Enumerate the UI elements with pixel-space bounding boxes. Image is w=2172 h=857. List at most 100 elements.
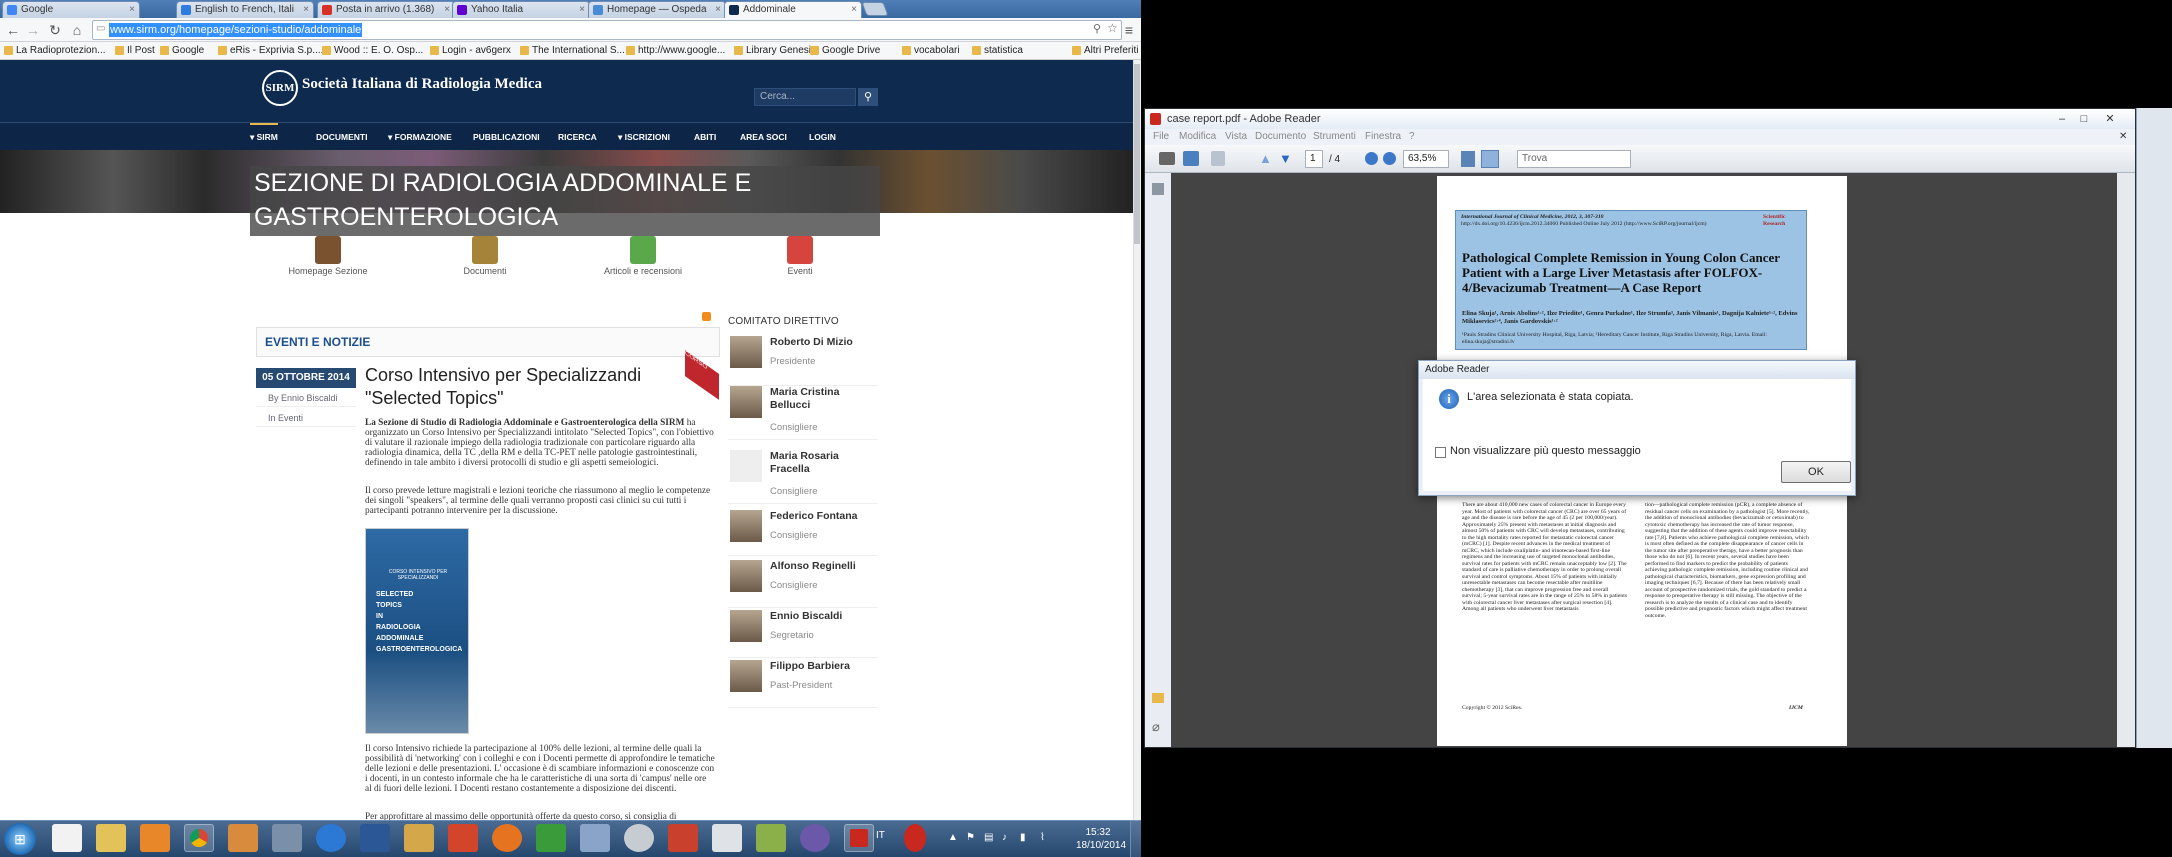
sirm-logo[interactable]: SIRM bbox=[262, 70, 298, 106]
committee-member[interactable]: Alfonso Reginelli Consigliere bbox=[728, 558, 878, 608]
bookmark-folder[interactable]: statistica bbox=[972, 42, 1023, 60]
rss-icon[interactable] bbox=[702, 312, 711, 321]
category-meta[interactable]: In Eventi bbox=[256, 410, 356, 427]
minimize-icon[interactable]: – bbox=[2053, 112, 2071, 126]
other-bookmarks[interactable]: Altri Preferiti bbox=[1072, 42, 1138, 60]
course-poster-image[interactable]: CORSO INTENSIVO PER SPECIALIZZANDI SELEC… bbox=[365, 528, 469, 734]
start-button[interactable]: ⊞ bbox=[4, 823, 36, 855]
menu-documento[interactable]: Documento bbox=[1255, 129, 1306, 145]
menu-item-iscrizioni[interactable]: ▾ ISCRIZIONI bbox=[618, 123, 670, 151]
bookmark-item[interactable]: eRis - Exprivia S.p.... bbox=[218, 42, 323, 60]
bookmark-item[interactable]: Library Genesis bbox=[734, 42, 816, 60]
site-name[interactable]: Società Italiana di Radiologia Medica bbox=[302, 76, 542, 93]
pages-icon[interactable] bbox=[1152, 183, 1164, 195]
volume-icon[interactable]: ♪ bbox=[1002, 832, 1007, 843]
paint-icon[interactable] bbox=[404, 824, 434, 852]
site-search-button[interactable]: ⚲ bbox=[858, 88, 878, 106]
committee-member[interactable]: Maria Rosaria Fracella Consigliere bbox=[728, 448, 878, 504]
bookmark-item[interactable]: Google Drive bbox=[810, 42, 880, 60]
nav-homepage-sezione[interactable]: Homepage Sezione bbox=[268, 236, 388, 276]
maximize-icon[interactable]: □ bbox=[2075, 112, 2093, 126]
menu-item-formazione[interactable]: ▾ FORMAZIONE bbox=[388, 123, 452, 151]
print-icon[interactable] bbox=[1159, 152, 1175, 165]
tab-addominale[interactable]: Addominale × bbox=[724, 1, 862, 18]
committee-member[interactable]: Roberto Di Mizio Presidente bbox=[728, 334, 878, 386]
app-icon[interactable] bbox=[448, 824, 478, 852]
author-meta[interactable]: By Ennio Biscaldi bbox=[256, 390, 356, 407]
committee-member[interactable]: Ennio Biscaldi Segretario bbox=[728, 608, 878, 658]
menu-item-area-soci[interactable]: AREA SOCI bbox=[740, 123, 787, 151]
flag-icon[interactable]: ⚑ bbox=[966, 832, 975, 843]
chrome-menu-icon[interactable]: ≡ bbox=[1120, 21, 1138, 39]
fit-page-icon[interactable] bbox=[1461, 151, 1475, 167]
bookmark-item[interactable]: Wood :: E. O. Osp... bbox=[322, 42, 423, 60]
committee-member[interactable]: Federico Fontana Consigliere bbox=[728, 508, 878, 556]
show-desktop-button[interactable] bbox=[1130, 820, 1141, 857]
close-icon[interactable]: ✕ bbox=[2101, 112, 2119, 126]
share-icon[interactable] bbox=[1211, 151, 1225, 166]
menu-strumenti[interactable]: Strumenti bbox=[1313, 129, 1356, 145]
background-window-edge[interactable] bbox=[2136, 108, 2172, 748]
camera-icon[interactable] bbox=[228, 824, 258, 852]
scanner-icon[interactable] bbox=[272, 824, 302, 852]
back-icon[interactable]: ← bbox=[4, 21, 22, 39]
menu-finestra[interactable]: Finestra bbox=[1365, 129, 1401, 145]
chrome-taskbar-icon[interactable] bbox=[184, 824, 214, 852]
presentation-icon[interactable] bbox=[668, 824, 698, 852]
fit-width-icon[interactable] bbox=[1481, 150, 1499, 168]
bookmark-folder[interactable]: vocabolari bbox=[902, 42, 960, 60]
menu-file[interactable]: File bbox=[1153, 129, 1169, 145]
dont-show-checkbox[interactable] bbox=[1435, 447, 1446, 458]
attachment-icon[interactable]: ⌀ bbox=[1152, 719, 1160, 735]
clock[interactable]: 15:32 18/10/2014 bbox=[1076, 826, 1126, 852]
menu-item-abiti[interactable]: ABITI bbox=[694, 123, 716, 151]
next-page-icon[interactable]: ▼ bbox=[1279, 151, 1292, 166]
close-icon[interactable]: × bbox=[579, 2, 585, 18]
word-icon[interactable] bbox=[360, 824, 390, 852]
menu-vista[interactable]: Vista bbox=[1225, 129, 1247, 145]
menu-modifica[interactable]: Modifica bbox=[1179, 129, 1216, 145]
ok-button[interactable]: OK bbox=[1781, 461, 1851, 483]
bookmark-item[interactable]: http://www.google... bbox=[626, 42, 725, 60]
notepad-icon[interactable] bbox=[712, 824, 742, 852]
zoom-select[interactable]: 63,5% bbox=[1403, 150, 1449, 168]
bookmark-item[interactable]: Login - av6gerx bbox=[430, 42, 511, 60]
tab-google[interactable]: Google × bbox=[2, 1, 140, 18]
search-icon[interactable]: ⚲ bbox=[1093, 22, 1101, 35]
bars-icon[interactable] bbox=[536, 824, 566, 852]
page-scrollbar-thumb[interactable] bbox=[1134, 64, 1140, 244]
email-icon[interactable] bbox=[1183, 151, 1199, 166]
close-icon[interactable]: × bbox=[851, 2, 857, 18]
firefox-icon[interactable] bbox=[492, 824, 522, 852]
forward-icon[interactable]: → bbox=[24, 21, 42, 39]
tray-arrow-icon[interactable]: ▲ bbox=[948, 832, 958, 843]
star-icon[interactable]: ☆ bbox=[1107, 21, 1118, 35]
address-bar[interactable]: ▭ www.sirm.org/homepage/sezioni-studio/a… bbox=[92, 20, 1122, 40]
site-search-input[interactable]: Cerca... bbox=[754, 88, 856, 106]
film-icon[interactable] bbox=[624, 824, 654, 852]
menu-item-sirm[interactable]: ▾ SIRM bbox=[250, 123, 278, 151]
bookmark-item[interactable]: Il Post bbox=[115, 42, 155, 60]
new-tab-button[interactable] bbox=[861, 2, 889, 16]
menu-item-documenti[interactable]: DOCUMENTI bbox=[316, 123, 367, 151]
close-icon[interactable]: × bbox=[303, 2, 309, 18]
nav-eventi[interactable]: Eventi bbox=[740, 236, 860, 276]
menu-item-pubblicazioni[interactable]: PUBBLICAZIONI bbox=[473, 123, 540, 151]
zoom-in-icon[interactable] bbox=[1383, 152, 1396, 165]
tool-icon[interactable] bbox=[756, 824, 786, 852]
bookmark-item[interactable]: Google bbox=[160, 42, 204, 60]
dont-show-label[interactable]: Non visualizzare più questo messaggio bbox=[1450, 445, 1641, 457]
reload-icon[interactable]: ↻ bbox=[46, 21, 64, 39]
nav-articoli[interactable]: Articoli e recensioni bbox=[583, 236, 703, 276]
power-icon[interactable]: ▮ bbox=[1020, 832, 1026, 843]
comment-icon[interactable] bbox=[1152, 693, 1164, 703]
close-icon[interactable]: × bbox=[129, 2, 135, 18]
doi-line[interactable]: http://dx.doi.org/10.4236/ijcm.2012.3406… bbox=[1461, 221, 1761, 228]
page-number-input[interactable]: 1 bbox=[1305, 150, 1323, 168]
article-title[interactable]: Corso Intensivo per Specializzandi "Sele… bbox=[365, 364, 705, 410]
url-text[interactable]: www.sirm.org/homepage/sezioni-studio/add… bbox=[109, 23, 363, 37]
network-icon[interactable]: ▤ bbox=[984, 832, 993, 843]
menu-item-ricerca[interactable]: RICERCA bbox=[558, 123, 597, 151]
zoom-out-icon[interactable] bbox=[1365, 152, 1378, 165]
committee-member[interactable]: Filippo Barbiera Past-President bbox=[728, 658, 878, 708]
